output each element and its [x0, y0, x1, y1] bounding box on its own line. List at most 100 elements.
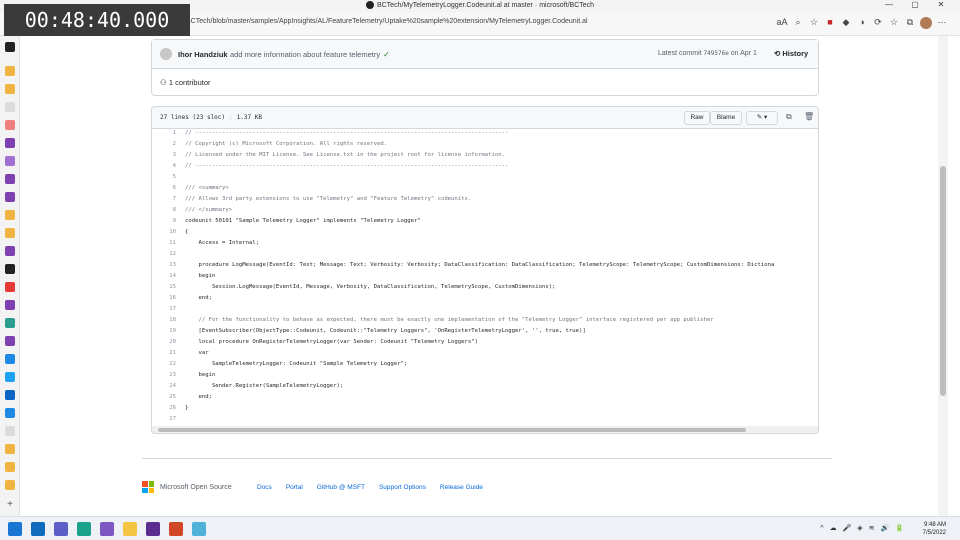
microphone-icon[interactable]: 🎤	[843, 525, 852, 532]
line-number[interactable]: 27	[152, 416, 176, 422]
footer-link-docs[interactable]: Docs	[257, 484, 272, 491]
teams-icon[interactable]	[54, 522, 68, 536]
trash-icon[interactable]: 🗑	[804, 112, 814, 121]
github-tab-icon[interactable]	[5, 264, 15, 274]
line-number[interactable]: 17	[152, 306, 176, 312]
line-number[interactable]: 14	[152, 273, 176, 279]
tab-icon[interactable]	[5, 228, 15, 238]
line-number[interactable]: 3	[152, 152, 176, 158]
line-number[interactable]: 13	[152, 262, 176, 268]
youtube-tab-icon[interactable]	[5, 282, 15, 292]
powerpoint-icon[interactable]	[169, 522, 183, 536]
volume-icon[interactable]: 🔊	[881, 525, 890, 532]
tab-icon[interactable]	[5, 192, 15, 202]
scroll-thumb[interactable]	[940, 166, 946, 396]
app-icon[interactable]	[192, 522, 206, 536]
read-aloud-icon[interactable]: aA	[774, 17, 790, 27]
favorites-icon[interactable]: ☆	[886, 17, 902, 28]
blame-button[interactable]: Blame	[710, 111, 742, 125]
chevron-up-icon[interactable]: ^	[820, 525, 823, 532]
line-number[interactable]: 9	[152, 218, 176, 224]
footer-link-release[interactable]: Release Guide	[440, 484, 483, 491]
line-number[interactable]: 25	[152, 394, 176, 400]
avatar[interactable]	[160, 48, 172, 60]
line-number[interactable]: 24	[152, 383, 176, 389]
collections-icon[interactable]: ⧉	[902, 17, 918, 28]
line-number[interactable]: 23	[152, 372, 176, 378]
contributors[interactable]: ⚇ 1 contributor	[160, 78, 211, 87]
tab-actions-icon[interactable]	[5, 42, 15, 52]
extension-icon[interactable]: ■	[822, 17, 838, 27]
tab-icon[interactable]	[5, 318, 15, 328]
tab-icon[interactable]	[5, 246, 15, 256]
footer-link-github[interactable]: GitHub @ MSFT	[317, 484, 365, 491]
tab-icon[interactable]	[5, 120, 15, 130]
url-field[interactable]: BCTech/blob/master/samples/AppInsights/A…	[186, 18, 588, 25]
tab-icon[interactable]	[5, 66, 15, 76]
outlook-icon[interactable]	[31, 522, 45, 536]
onenote-icon[interactable]	[146, 522, 160, 536]
profile-avatar[interactable]	[918, 17, 934, 29]
security-icon[interactable]: ◈	[857, 525, 862, 532]
line-number[interactable]: 10	[152, 229, 176, 235]
edge-icon[interactable]	[77, 522, 91, 536]
line-number[interactable]: 18	[152, 317, 176, 323]
line-number[interactable]: 8	[152, 207, 176, 213]
edit-button[interactable]: ✎ ▾	[746, 111, 778, 125]
line-number[interactable]: 12	[152, 251, 176, 257]
start-icon[interactable]	[8, 522, 22, 536]
theme-icon[interactable]: ◑	[854, 17, 870, 27]
line-number[interactable]: 5	[152, 174, 176, 180]
zoom-icon[interactable]: ⌕	[790, 17, 806, 28]
horizontal-scrollbar[interactable]	[152, 426, 818, 433]
search-icon[interactable]	[5, 426, 15, 436]
twitter-tab-icon[interactable]	[5, 372, 15, 382]
tab-icon[interactable]	[5, 174, 15, 184]
line-number[interactable]: 6	[152, 185, 176, 191]
line-number[interactable]: 22	[152, 361, 176, 367]
commit-sha[interactable]: 749576e	[704, 50, 729, 57]
clock[interactable]: 9:48 AM 7/5/2022	[923, 521, 946, 537]
tab-icon[interactable]	[5, 480, 15, 490]
battery-icon[interactable]: 🔋	[895, 525, 904, 532]
copy-icon[interactable]: ⧉	[786, 112, 792, 122]
wifi-icon[interactable]: ≋	[869, 525, 875, 532]
more-icon[interactable]: ⋯	[934, 17, 950, 28]
footer-link-support[interactable]: Support Options	[379, 484, 426, 491]
commit-author[interactable]: Ihor Handziuk	[178, 50, 228, 59]
linkedin-tab-icon[interactable]	[5, 390, 15, 400]
vertical-scrollbar[interactable]	[938, 36, 948, 516]
line-number[interactable]: 2	[152, 141, 176, 147]
maximize-button[interactable]: ▢	[902, 0, 928, 9]
tab-icon[interactable]	[5, 84, 15, 94]
line-number[interactable]: 26	[152, 405, 176, 411]
tab-icon[interactable]	[5, 138, 15, 148]
close-button[interactable]: ✕	[928, 0, 954, 9]
tab-icon[interactable]	[5, 156, 15, 166]
line-number[interactable]: 21	[152, 350, 176, 356]
scroll-thumb[interactable]	[158, 428, 746, 432]
history-button[interactable]: ⟲ History	[774, 49, 808, 58]
line-number[interactable]: 7	[152, 196, 176, 202]
line-number[interactable]: 1	[152, 130, 176, 136]
cloud-icon[interactable]: ☁	[830, 525, 837, 532]
line-number[interactable]: 19	[152, 328, 176, 334]
line-number[interactable]: 15	[152, 284, 176, 290]
visual-studio-icon[interactable]	[100, 522, 114, 536]
line-number[interactable]: 20	[152, 339, 176, 345]
commit-message[interactable]: add more information about feature telem…	[230, 50, 380, 59]
shield-extension-icon[interactable]: ◆	[838, 17, 854, 28]
line-number[interactable]: 16	[152, 295, 176, 301]
line-number[interactable]: 4	[152, 163, 176, 169]
tab-icon[interactable]	[5, 354, 15, 364]
raw-button[interactable]: Raw	[684, 111, 710, 125]
add-tab-icon[interactable]: +	[5, 500, 15, 510]
tab-icon[interactable]	[5, 408, 15, 418]
tab-icon[interactable]	[5, 210, 15, 220]
tab-icon[interactable]	[5, 462, 15, 472]
minimize-button[interactable]: —	[876, 0, 902, 9]
tab-icon[interactable]	[5, 444, 15, 454]
footer-link-portal[interactable]: Portal	[286, 484, 303, 491]
tab-icon[interactable]	[5, 102, 15, 112]
tab-icon[interactable]	[5, 336, 15, 346]
